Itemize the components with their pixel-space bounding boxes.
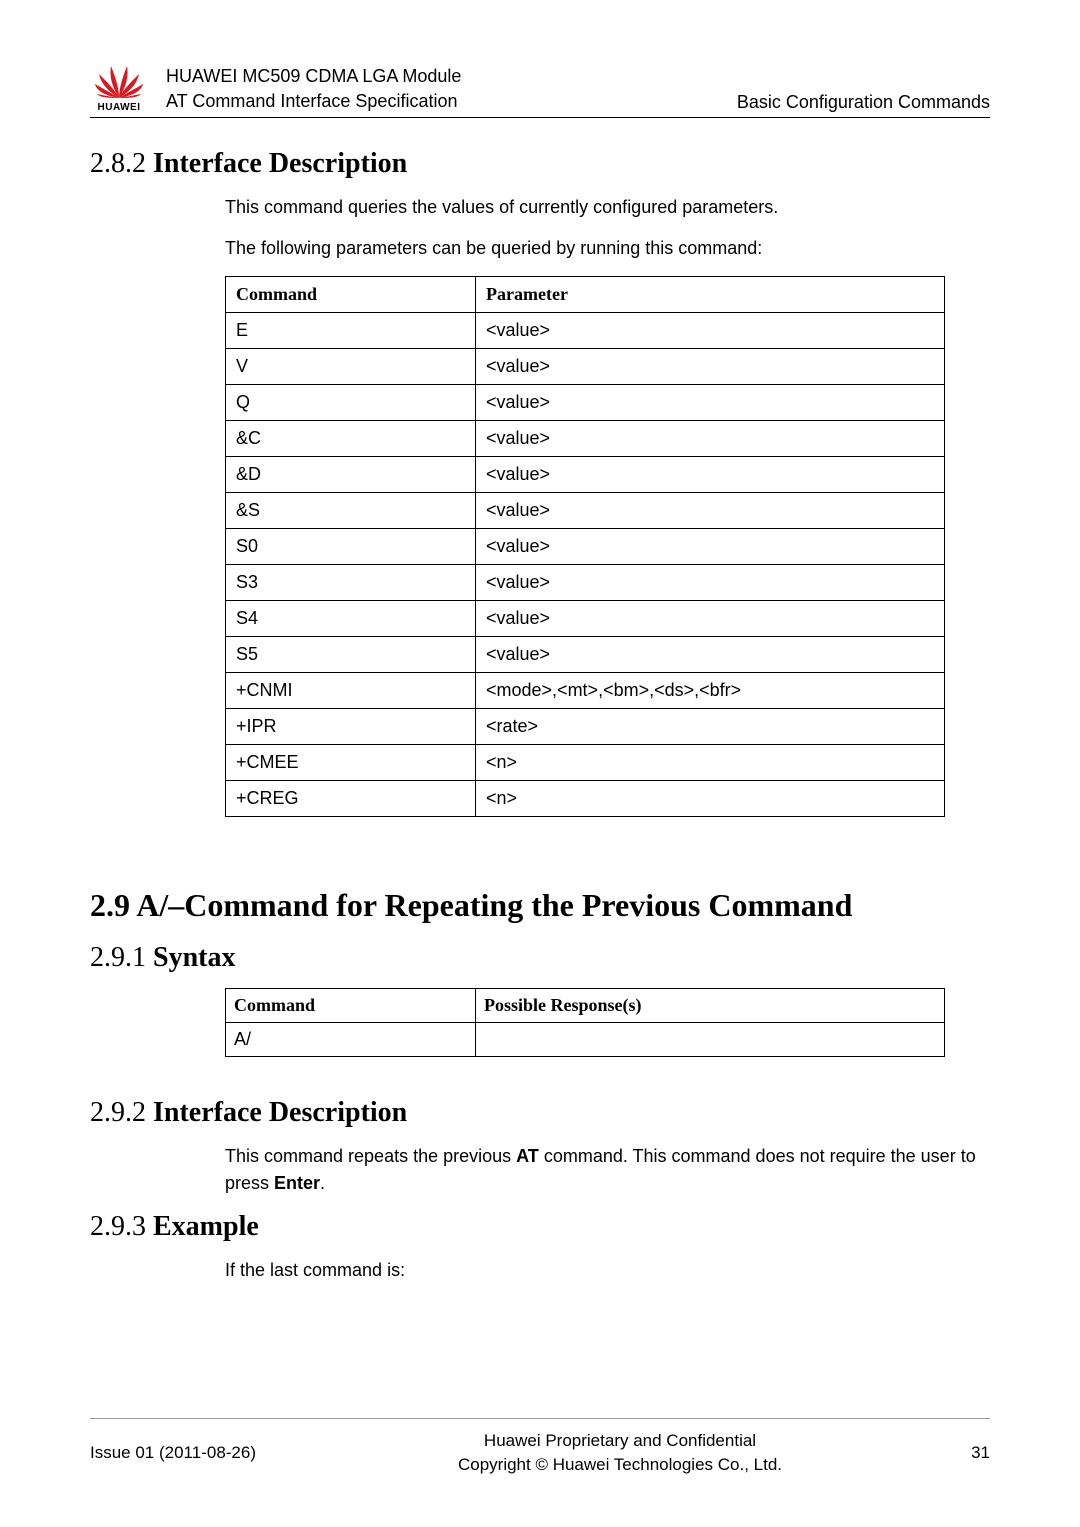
cell-parameter: <rate> xyxy=(476,709,945,745)
copyright-text: Copyright © Huawei Technologies Co., Ltd… xyxy=(310,1453,930,1477)
cell-parameter: <value> xyxy=(476,349,945,385)
heading-2-9: 2.9 A/–Command for Repeating the Previou… xyxy=(90,887,990,924)
cell-parameter: <value> xyxy=(476,385,945,421)
text: . xyxy=(320,1173,325,1193)
cell-parameter: <value> xyxy=(476,457,945,493)
cell-parameter: <n> xyxy=(476,745,945,781)
table-row: S4<value> xyxy=(226,601,945,637)
cell-parameter: <value> xyxy=(476,421,945,457)
cell-command: +CMEE xyxy=(226,745,476,781)
heading-2-9-1: 2.9.1 Syntax xyxy=(90,942,990,974)
table-row: +IPR<rate> xyxy=(226,709,945,745)
table-row: +CMEE<n> xyxy=(226,745,945,781)
paragraph: This command repeats the previous AT com… xyxy=(225,1143,990,1197)
table-header-parameter: Parameter xyxy=(476,277,945,313)
cell-command: &D xyxy=(226,457,476,493)
header-titles: HUAWEI MC509 CDMA LGA Module AT Command … xyxy=(166,64,737,113)
cell-command: Q xyxy=(226,385,476,421)
cell-command: A/ xyxy=(226,1023,476,1057)
cell-command: &S xyxy=(226,493,476,529)
logo-text: HUAWEI xyxy=(98,102,141,113)
doc-title-2: AT Command Interface Specification xyxy=(166,89,737,113)
chapter-title: Basic Configuration Commands xyxy=(737,92,990,113)
parameters-table: Command Parameter E<value>V<value>Q<valu… xyxy=(225,276,945,817)
table-row: Q<value> xyxy=(226,385,945,421)
cell-parameter: <value> xyxy=(476,529,945,565)
page-header: HUAWEI HUAWEI MC509 CDMA LGA Module AT C… xyxy=(90,60,990,118)
heading-title: Example xyxy=(153,1211,259,1242)
heading-num: 2.9.2 xyxy=(90,1097,153,1128)
issue-date: Issue 01 (2011-08-26) xyxy=(90,1443,310,1463)
cell-command: +CREG xyxy=(226,781,476,817)
cell-parameter: <value> xyxy=(476,601,945,637)
cell-parameter: <mode>,<mt>,<bm>,<ds>,<bfr> xyxy=(476,673,945,709)
table-row: &D<value> xyxy=(226,457,945,493)
table-row: V<value> xyxy=(226,349,945,385)
cell-parameter: <value> xyxy=(476,493,945,529)
table-row: S5<value> xyxy=(226,637,945,673)
cell-command: S0 xyxy=(226,529,476,565)
page-footer: Issue 01 (2011-08-26) Huawei Proprietary… xyxy=(90,1418,990,1477)
cell-command: E xyxy=(226,313,476,349)
cell-command: &C xyxy=(226,421,476,457)
table-row: +CNMI<mode>,<mt>,<bm>,<ds>,<bfr> xyxy=(226,673,945,709)
table-row: &C<value> xyxy=(226,421,945,457)
table-row: S0<value> xyxy=(226,529,945,565)
table-row: A/ xyxy=(226,1023,945,1057)
syntax-table: Command Possible Response(s) A/ xyxy=(225,988,945,1057)
heading-num: 2.9.3 xyxy=(90,1211,153,1242)
heading-title: Interface Description xyxy=(153,148,407,179)
cell-parameter: <value> xyxy=(476,565,945,601)
page-number: 31 xyxy=(930,1443,990,1463)
bold-text: AT xyxy=(516,1146,539,1166)
cell-command: S5 xyxy=(226,637,476,673)
cell-parameter: <value> xyxy=(476,313,945,349)
cell-command: V xyxy=(226,349,476,385)
paragraph: The following parameters can be queried … xyxy=(225,235,990,262)
proprietary-text: Huawei Proprietary and Confidential xyxy=(310,1429,930,1453)
heading-title: Syntax xyxy=(153,942,235,973)
bold-text: Enter xyxy=(274,1173,320,1193)
heading-num: 2.8.2 xyxy=(90,148,153,179)
doc-title-1: HUAWEI MC509 CDMA LGA Module xyxy=(166,64,737,88)
table-header-response: Possible Response(s) xyxy=(476,989,945,1023)
text: This command repeats the previous xyxy=(225,1146,516,1166)
table-row: E<value> xyxy=(226,313,945,349)
huawei-logo-icon xyxy=(95,60,143,100)
cell-command: +CNMI xyxy=(226,673,476,709)
heading-num: 2.9.1 xyxy=(90,942,153,973)
table-row: &S<value> xyxy=(226,493,945,529)
table-header-command: Command xyxy=(226,989,476,1023)
heading-2-9-2: 2.9.2 Interface Description xyxy=(90,1097,990,1129)
logo-block: HUAWEI xyxy=(90,60,148,113)
heading-title: Interface Description xyxy=(153,1097,407,1128)
cell-command: +IPR xyxy=(226,709,476,745)
cell-parameter: <n> xyxy=(476,781,945,817)
cell-response xyxy=(476,1023,945,1057)
cell-command: S4 xyxy=(226,601,476,637)
cell-parameter: <value> xyxy=(476,637,945,673)
table-header-command: Command xyxy=(226,277,476,313)
paragraph: This command queries the values of curre… xyxy=(225,194,990,221)
footer-center: Huawei Proprietary and Confidential Copy… xyxy=(310,1429,930,1477)
cell-command: S3 xyxy=(226,565,476,601)
paragraph: If the last command is: xyxy=(225,1257,990,1284)
heading-2-8-2: 2.8.2 Interface Description xyxy=(90,148,990,180)
table-row: +CREG<n> xyxy=(226,781,945,817)
table-row: S3<value> xyxy=(226,565,945,601)
heading-2-9-3: 2.9.3 Example xyxy=(90,1211,990,1243)
